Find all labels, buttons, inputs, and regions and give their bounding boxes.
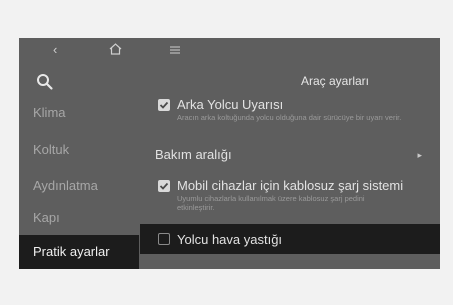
setting-row-kablosuz-sarj[interactable]: Mobil cihazlar için kablosuz şarj sistem… <box>140 175 440 215</box>
settings-content: Araç ayarları Arka Yolcu Uyarısı Aracın … <box>140 64 440 269</box>
checkbox-checked[interactable] <box>158 99 170 111</box>
setting-row-yolcu-hava-yastigi[interactable]: Yolcu hava yastığı <box>140 224 440 254</box>
setting-label: Arka Yolcu Uyarısı <box>177 97 284 112</box>
setting-description: Aracın arka koltuğunda yolcu olduğuna da… <box>177 113 402 122</box>
sidebar: Klima Koltuk Aydınlatma Kapı Pratik ayar… <box>19 64 139 269</box>
setting-row-arka-yolcu[interactable]: Arka Yolcu Uyarısı Aracın arka koltuğund… <box>140 94 440 136</box>
setting-description: Uyumlu cihazlarla kullanılmak üzere kabl… <box>177 194 365 212</box>
setting-row-bakim-araligi[interactable]: Bakım aralığı ▸ <box>140 140 440 166</box>
setting-label: Mobil cihazlar için kablosuz şarj sistem… <box>177 178 404 193</box>
page-title: Araç ayarları <box>300 74 370 88</box>
sidebar-item-aydinlatma[interactable]: Aydınlatma <box>19 169 139 203</box>
chevron-left-icon[interactable]: ‹ <box>53 42 57 58</box>
top-bar: ‹ <box>19 38 440 64</box>
checkbox-unchecked[interactable] <box>158 233 170 245</box>
menu-icon[interactable] <box>170 43 180 59</box>
search-icon[interactable] <box>36 73 54 91</box>
home-icon[interactable] <box>109 43 122 59</box>
setting-label: Bakım aralığı <box>155 147 232 162</box>
setting-label: Yolcu hava yastığı <box>177 232 283 247</box>
sidebar-item-klima[interactable]: Klima <box>19 96 139 130</box>
car-settings-screen: ‹ Klima Koltuk Aydınlatma Kapı Pratik ay… <box>19 38 440 269</box>
checkbox-checked[interactable] <box>158 180 170 192</box>
sidebar-item-kapi[interactable]: Kapı <box>19 201 139 235</box>
sidebar-item-koltuk[interactable]: Koltuk <box>19 133 139 167</box>
sidebar-item-pratik-ayarlar[interactable]: Pratik ayarlar <box>19 235 139 269</box>
chevron-right-icon: ▸ <box>417 150 422 160</box>
